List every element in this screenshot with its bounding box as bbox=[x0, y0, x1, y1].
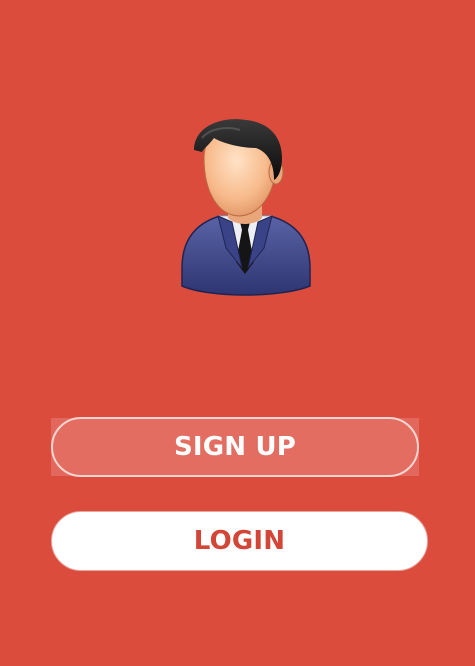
login-button[interactable]: LOGIN bbox=[51, 511, 428, 571]
signup-button[interactable]: SIGN UP bbox=[51, 417, 419, 477]
welcome-screen: SIGN UP LOGIN bbox=[0, 0, 475, 666]
businessman-avatar-icon bbox=[170, 118, 320, 300]
